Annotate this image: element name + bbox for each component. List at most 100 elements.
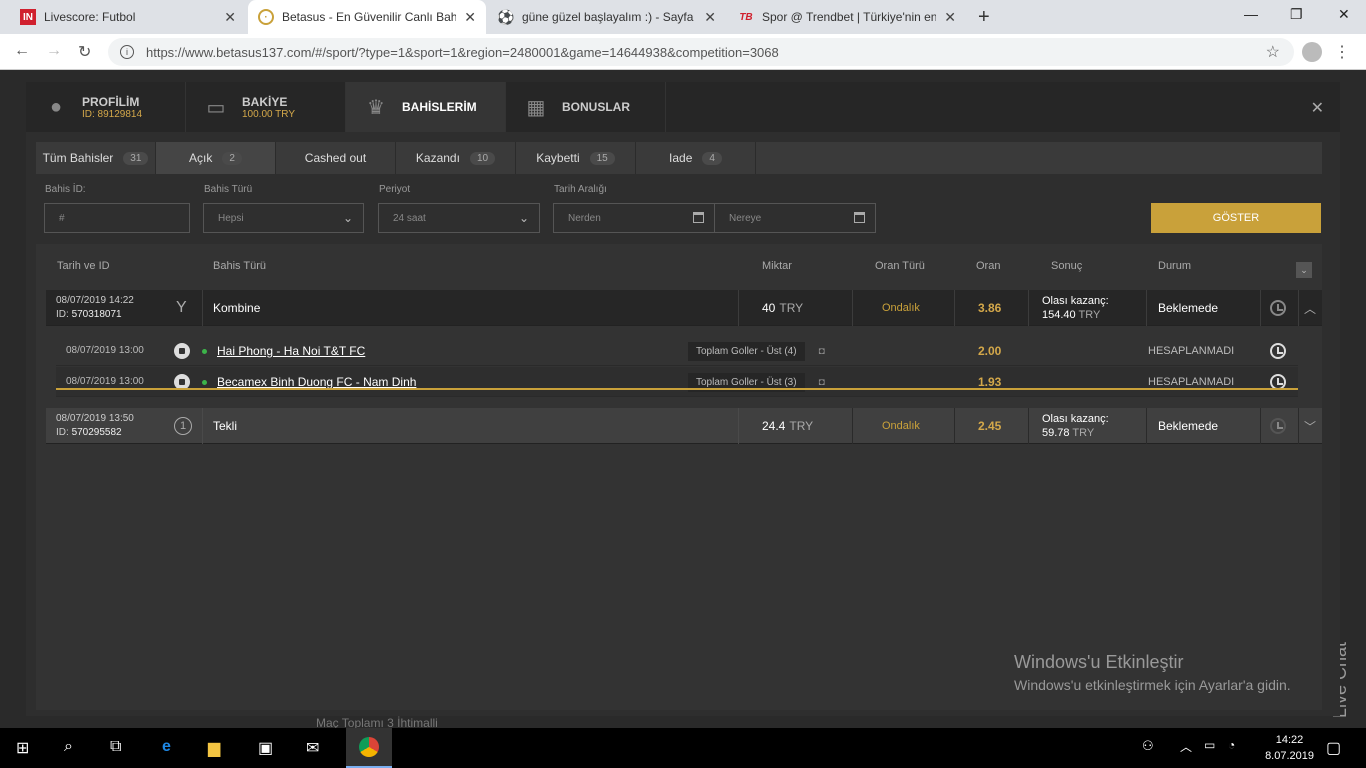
chrome-icon[interactable] (346, 728, 392, 768)
bet-event-row: 08/07/2019 13:00 Becamex Binh Duong FC -… (56, 367, 1298, 397)
tab-balance[interactable]: ▭ BAKİYE 100.00 TRY (186, 82, 346, 132)
close-tab-icon[interactable]: ✕ (464, 9, 476, 26)
bet-id-label: Bahis İD: (45, 184, 86, 195)
live-dot-icon (202, 348, 207, 354)
windows-activation-watermark: Windows'u Etkinleştir Windows'u etkinleş… (1014, 652, 1291, 693)
live-dot-icon (202, 379, 207, 385)
browser-tab-trendbet[interactable]: TB Spor @ Trendbet | Türkiye'nin en ✕ (728, 0, 966, 34)
col-type-header: Bahis Türü (213, 260, 266, 272)
collapse-all-icon[interactable]: ⌄ (1296, 262, 1312, 278)
date-range-label: Tarih Aralığı (554, 184, 607, 195)
soccer-ball-icon (174, 343, 190, 359)
modal-nav: ● PROFİLİM ID: 89129814 ▭ BAKİYE 100.00 TR… (26, 82, 1340, 132)
gift-icon: ▦ (526, 96, 546, 119)
date-from-input[interactable]: Nerden (553, 203, 715, 233)
tab-bonuses[interactable]: ▦ BONUSLAR (506, 82, 666, 132)
close-tab-icon[interactable]: ✕ (944, 9, 956, 26)
combo-bet-icon: Y (176, 299, 187, 316)
betasus-icon: · (258, 9, 274, 25)
chevron-down-icon[interactable]: ﹀ (1304, 418, 1316, 435)
back-icon[interactable]: ← (14, 42, 30, 60)
close-icon[interactable]: ✕ (1311, 98, 1324, 118)
system-clock[interactable]: 14:22 8.07.2019 (1265, 732, 1314, 764)
store-icon[interactable]: ▣ (258, 738, 273, 758)
bet-status-tabs: Tüm Bahisler 31 Açık 2 Cashed out Kazandı 1… (36, 142, 1322, 174)
file-explorer-icon[interactable]: ▆ (208, 738, 220, 758)
browser-tab-forum[interactable]: ⚽ güne güzel başlayalım :) - Sayfa 3 ✕ (488, 0, 726, 34)
close-tab-icon[interactable]: ✕ (704, 9, 716, 26)
tab-refund[interactable]: Iade 4 (636, 142, 756, 174)
col-date-header: Tarih ve ID (57, 260, 110, 272)
maximize-icon[interactable]: ❐ (1290, 6, 1303, 23)
trophy-icon: ♛ (367, 96, 385, 119)
user-icon: ● (49, 95, 63, 118)
clock-icon (1270, 418, 1286, 434)
edge-icon[interactable]: e (162, 738, 171, 756)
wallet-icon: ▭ (206, 96, 226, 119)
show-hidden-icons-icon[interactable]: ︿ (1180, 738, 1192, 755)
chevron-down-icon: ⌄ (518, 211, 529, 225)
col-odds-type-header: Oran Türü (875, 260, 925, 272)
browser-tab-livescore[interactable]: IN Livescore: Futbol ✕ (10, 0, 246, 34)
clock-icon (1270, 300, 1286, 316)
url-text: https://www.betasus137.com/#/sport/?type… (146, 44, 779, 60)
bet-id-input[interactable]: # (44, 203, 190, 233)
clock-icon[interactable] (1270, 343, 1286, 359)
show-button[interactable]: GÖSTER (1151, 203, 1321, 233)
bet-type-label: Bahis Türü (204, 184, 253, 195)
reload-icon[interactable]: ↻ (78, 42, 91, 62)
tab-all-bets[interactable]: Tüm Bahisler 31 (36, 142, 156, 174)
col-odds-header: Oran (976, 260, 1001, 272)
calendar-icon (693, 212, 704, 223)
browser-tab-strip: IN Livescore: Futbol ✕ · Betasus - En Gü… (0, 0, 1366, 34)
browser-tab-betasus[interactable]: · Betasus - En Güvenilir Canlı Bahis ✕ (248, 0, 486, 34)
tab-my-bets[interactable]: ♛ BAHİSLERİM (346, 82, 506, 132)
table-row[interactable]: 08/07/2019 13:50 ID: 570295582 1 Tekli 24… (46, 408, 1322, 444)
col-status-header: Durum (1158, 260, 1192, 272)
trendbet-icon: TB (739, 11, 753, 23)
bet-type-select[interactable]: Hepsi ⌄ (203, 203, 364, 233)
single-bet-icon: 1 (174, 417, 192, 435)
bookmark-star-icon[interactable]: ☆ (1266, 42, 1280, 62)
forward-icon[interactable]: → (46, 42, 62, 60)
col-amount-header: Miktar (762, 260, 792, 272)
close-window-icon[interactable]: ✕ (1338, 6, 1350, 23)
tab-profile[interactable]: ● PROFİLİM ID: 89129814 (26, 82, 186, 132)
people-icon[interactable]: ⚇ (1142, 738, 1154, 754)
match-link[interactable]: Hai Phong - Ha Noi T&T FC (217, 344, 365, 358)
period-label: Periyot (379, 184, 411, 195)
date-to-input[interactable]: Nereye (714, 203, 876, 233)
windows-start-icon[interactable]: ⊞ (16, 738, 29, 758)
notifications-icon[interactable]: ▢ (1326, 738, 1341, 758)
match-link[interactable]: Becamex Binh Duong FC - Nam Dinh (217, 375, 416, 389)
minimize-icon[interactable]: — (1244, 6, 1258, 22)
mail-icon[interactable]: ✉ (306, 738, 319, 758)
battery-icon[interactable]: ▭ (1204, 738, 1215, 752)
omnibox[interactable]: i https://www.betasus137.com/#/sport/?ty… (108, 38, 1294, 66)
taskbar: ⊞ ⌕ ⧉ e ▆ ▣ ✉ ⚇ ︿ ▭ ◔ 14:22 8.07.2019 ▢ (0, 728, 1366, 768)
address-toolbar: ← → ↻ i https://www.betasus137.com/#/spo… (0, 34, 1366, 70)
lock-icon: ◘ (818, 345, 825, 357)
tab-open[interactable]: Açık 2 (156, 142, 276, 174)
account-avatar-icon[interactable] (1302, 42, 1322, 62)
tab-cashed-out[interactable]: Cashed out (276, 142, 396, 174)
chevron-up-icon[interactable]: ︿ (1304, 300, 1316, 317)
tab-won[interactable]: Kazandı 10 (396, 142, 516, 174)
bet-event-row: 08/07/2019 13:00 Hai Phong - Ha Noi T&T … (56, 336, 1298, 366)
livescore-icon: IN (20, 9, 36, 25)
tab-lost[interactable]: Kaybetti 15 (516, 142, 636, 174)
table-row[interactable]: 08/07/2019 14:22 ID: 570318071 Y Kombine … (46, 290, 1322, 326)
menu-dots-icon[interactable]: ⋮ (1334, 42, 1350, 62)
chevron-down-icon: ⌄ (342, 211, 353, 225)
close-tab-icon[interactable]: ✕ (224, 9, 236, 26)
search-icon[interactable]: ⌕ (64, 738, 73, 756)
col-result-header: Sonuç (1051, 260, 1083, 272)
info-icon[interactable]: i (120, 45, 134, 59)
bets-table: Tarih ve ID Bahis Türü Miktar Oran Türü … (36, 244, 1322, 710)
period-select[interactable]: 24 saat ⌄ (378, 203, 540, 233)
lock-icon: ◘ (818, 376, 825, 388)
new-tab-icon[interactable]: + (978, 6, 990, 29)
row-divider (56, 388, 1298, 390)
task-view-icon[interactable]: ⧉ (110, 738, 121, 756)
wifi-icon[interactable]: ◔ (1228, 738, 1235, 752)
